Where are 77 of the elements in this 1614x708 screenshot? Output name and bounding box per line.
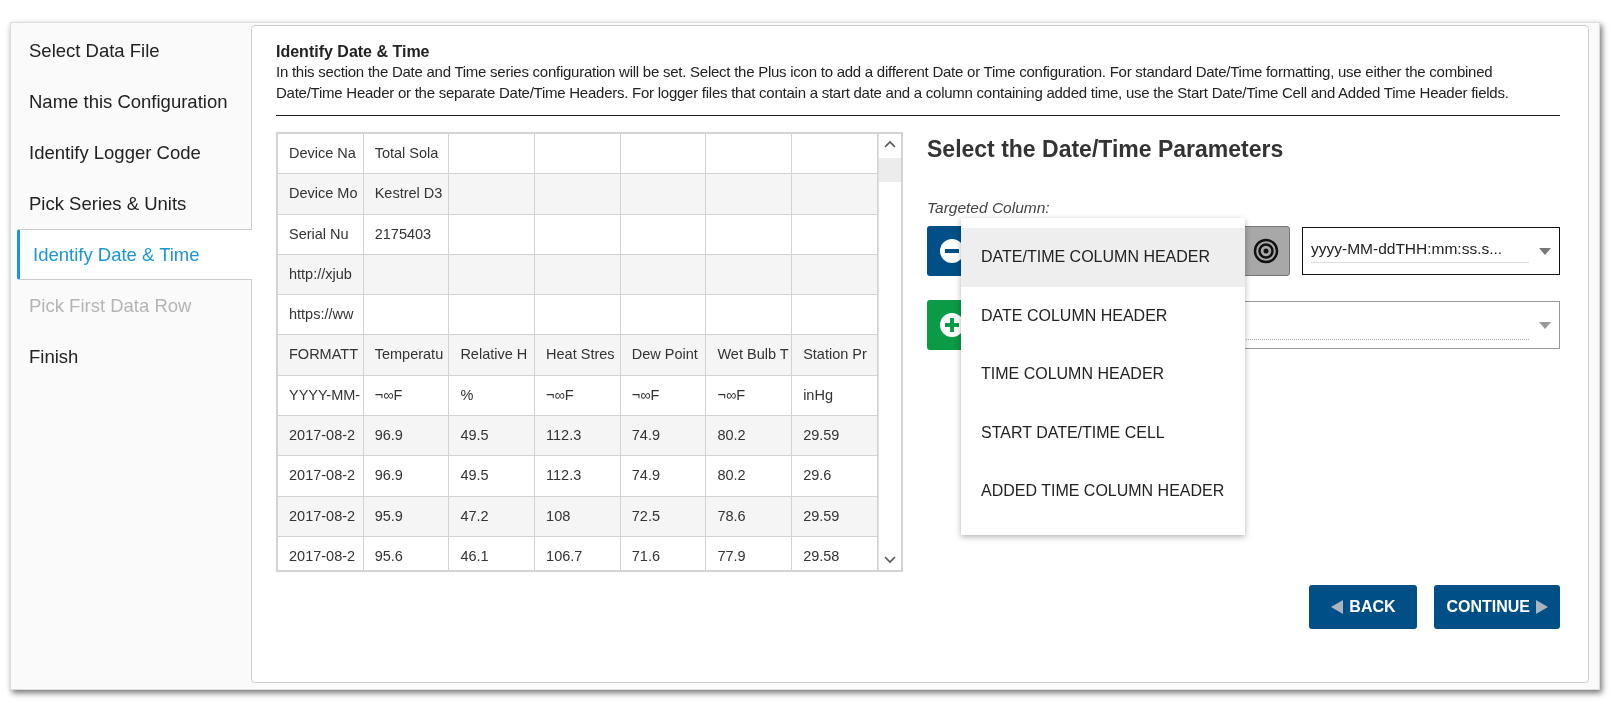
table-cell: Station Pr [792, 335, 878, 375]
section-title: Identify Date & Time [276, 42, 431, 62]
table-cell: 106.7 [535, 536, 621, 570]
table-cell: 108 [535, 496, 621, 536]
table-cell: 29.6 [792, 456, 878, 496]
table-cell: ¬∞F [620, 375, 707, 416]
table-cell: 2017-08-2 [278, 496, 364, 536]
table-cell: 29.59 [792, 496, 878, 536]
table-cell: 74.9 [620, 416, 707, 456]
table-cell: http://xjub [278, 254, 364, 295]
sidebar-item[interactable]: Select Data File [17, 25, 251, 76]
table-cell: YYYY-MM- [278, 375, 364, 416]
table-cell: 2175403 [363, 214, 450, 254]
table-cell: Relative H [449, 335, 536, 375]
sidebar-item[interactable]: Finish [17, 331, 251, 382]
table-cell: 29.59 [792, 416, 878, 456]
table-cell: 80.2 [706, 416, 793, 456]
continue-button[interactable]: CONTINUE [1434, 585, 1560, 629]
menu-item[interactable]: TIME COLUMN HEADER [961, 345, 1245, 404]
table-cell: Temperatu [363, 335, 450, 375]
table-cell: 80.2 [706, 456, 793, 496]
back-button[interactable]: BACK [1309, 585, 1418, 629]
table-cell: Serial Nu [278, 214, 364, 254]
scroll-down-icon[interactable] [884, 556, 896, 564]
section-description: In this section the Date and Time series configuration will be set. Select the Plus icon to add a different Date or Time configuration. For standard Date/Time formatting, use either the combined Date/Time Header or the separate Date/Time Headers. For logger files that contain a start date and a column containing added time, use the Start Date/Time Cell and Added Time Header fields. [276, 62, 1510, 103]
table-cell: 71.6 [620, 536, 707, 570]
table-cell: https://ww [278, 295, 364, 335]
table-cell: 112.3 [535, 416, 621, 456]
table-cell: 49.5 [449, 456, 536, 496]
table-cell: FORMATT [278, 335, 364, 375]
table-cell: Wet Bulb T [706, 335, 793, 375]
format-select[interactable]: yyyy-MM-ddTHH:mm:ss.s... [1302, 227, 1560, 275]
scrollbar[interactable] [878, 134, 901, 570]
table-cell: Heat Stres [535, 335, 621, 375]
table-cell: 77.9 [706, 536, 793, 570]
table-cell: 72.5 [620, 496, 707, 536]
table-cell: 74.9 [620, 456, 707, 496]
field-label: Targeted Column: [927, 199, 1051, 217]
table-cell: Kestrel D3 [363, 174, 450, 214]
table-cell: ¬∞F [706, 375, 793, 416]
scroll-up-icon[interactable] [884, 140, 896, 148]
caret-icon [1539, 321, 1551, 329]
table-cell: ¬∞F [363, 375, 450, 416]
caret-icon [1539, 247, 1551, 255]
table-cell: 29.58 [792, 536, 878, 570]
table-cell: 96.9 [363, 416, 450, 456]
table-cell: Dew Point [620, 335, 707, 375]
sidebar-item[interactable]: Identify Logger Code [17, 127, 251, 178]
right-triangle-icon [1536, 600, 1548, 614]
table-cell: Device Mo [278, 174, 364, 214]
menu-item[interactable]: START DATE/TIME CELL [961, 403, 1245, 462]
table-cell: 95.6 [363, 536, 450, 570]
table-cell: 49.5 [449, 416, 536, 456]
sidebar-item[interactable]: Pick Series & Units [17, 178, 251, 229]
table-cell: Total Sola [363, 134, 450, 174]
table-cell: 2017-08-2 [278, 536, 364, 570]
menu-item[interactable]: ADDED TIME COLUMN HEADER [961, 462, 1245, 521]
parameters-title: Select the Date/Time Parameters [927, 136, 1285, 163]
sidebar-item[interactable]: Name this Configuration [17, 76, 251, 127]
table-cell: 112.3 [535, 456, 621, 496]
table-cell: Device Na [278, 134, 364, 174]
table-cell: % [449, 375, 536, 416]
sidebar-item: Pick First Data Row [28, 293, 193, 318]
left-triangle-icon [1331, 600, 1344, 614]
table-cell: 46.1 [449, 536, 536, 570]
table-cell: ¬∞F [535, 375, 621, 416]
table-cell: 47.2 [449, 496, 536, 536]
table-cell: 2017-08-2 [278, 416, 364, 456]
table-cell: 78.6 [706, 496, 793, 536]
menu-item[interactable]: DATE COLUMN HEADER [961, 286, 1245, 345]
table-cell: 95.9 [363, 496, 450, 536]
table-cell: 2017-08-2 [278, 456, 364, 496]
table-cell: 96.9 [363, 456, 450, 496]
menu-item[interactable]: DATE/TIME COLUMN HEADER [961, 228, 1245, 287]
scrollbar-thumb[interactable] [879, 158, 901, 182]
target-icon [1253, 238, 1279, 264]
table-cell: inHg [792, 375, 878, 416]
